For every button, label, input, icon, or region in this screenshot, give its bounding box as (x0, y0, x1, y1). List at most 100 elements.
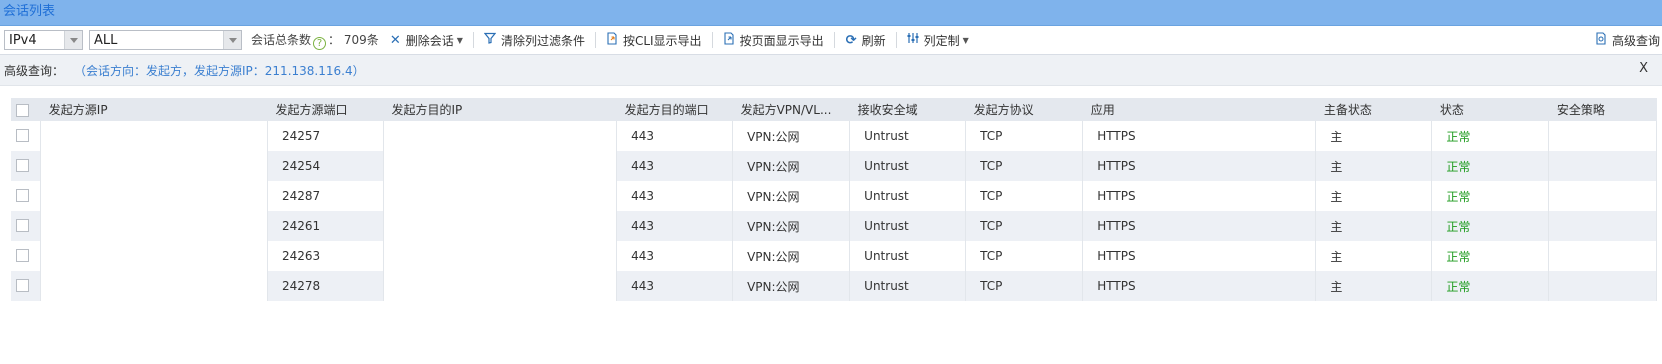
table-row[interactable]: 24257 443 VPN:公网 Untrust TCP HTTPS 主正常 (11, 121, 1657, 151)
column-header[interactable]: 状态 (1431, 98, 1549, 121)
advanced-query-label: 高级查询： (4, 63, 65, 78)
cell-src-ip (40, 121, 268, 151)
cell-policy (1548, 181, 1657, 211)
cell-policy (1548, 151, 1657, 181)
ip-version-value: IPv4 (9, 32, 37, 48)
cell-src-ip (40, 241, 268, 271)
cell-dst-ip (383, 211, 618, 241)
checkbox[interactable] (16, 159, 29, 172)
row-checkbox-cell[interactable] (11, 181, 42, 211)
total-count-value: 709条 (343, 32, 379, 47)
table-row[interactable]: 24261 443 VPN:公网 Untrust TCP HTTPS 主正常 (11, 211, 1657, 241)
row-checkbox-cell[interactable] (11, 211, 42, 241)
cell-ha: 主 (1315, 211, 1433, 241)
total-colon: ： (328, 32, 341, 47)
cell-proto: TCP (965, 211, 1084, 241)
cell-app: HTTPS (1082, 271, 1317, 301)
column-header[interactable]: 发起方VPN/VL... (732, 98, 850, 121)
column-header[interactable]: 应用 (1082, 98, 1316, 121)
checkbox[interactable] (16, 249, 29, 262)
cell-src-port: 24287 (267, 181, 384, 211)
session-filter-value: ALL (94, 32, 118, 48)
advanced-query-conditions: （会话方向：发起方，发起方源IP：211.138.116.4） (74, 63, 365, 78)
table-row[interactable]: 24263 443 VPN:公网 Untrust TCP HTTPS 主正常 (11, 241, 1657, 271)
checkbox[interactable] (16, 279, 29, 292)
cell-app: HTTPS (1082, 241, 1317, 271)
row-checkbox-cell[interactable] (11, 151, 42, 181)
columns-icon (907, 32, 920, 48)
caret-down-icon: ▼ (456, 35, 463, 45)
cell-vpn: VPN:公网 (732, 211, 851, 241)
row-checkbox-cell[interactable] (11, 121, 42, 151)
cell-src-port: 24254 (267, 151, 384, 181)
customize-columns-button[interactable]: 列定制 ▼ (907, 32, 969, 49)
advanced-query-icon (1595, 31, 1608, 49)
toolbar-divider (833, 32, 835, 48)
chevron-down-icon[interactable] (223, 31, 241, 49)
column-header[interactable]: 发起方源端口 (267, 98, 384, 121)
filter-icon (484, 32, 497, 48)
cell-ha: 主 (1315, 271, 1433, 301)
cell-policy (1548, 241, 1657, 271)
delete-session-button[interactable]: ✕ 删除会话 ▼ (389, 32, 463, 49)
cell-status: 正常 (1431, 271, 1550, 301)
refresh-label: 刷新 (861, 33, 886, 48)
cell-dst-ip (383, 151, 618, 181)
export-cli-button[interactable]: 按CLI显示导出 (606, 31, 702, 49)
cell-status: 正常 (1431, 121, 1550, 151)
table-header-row: 发起方源IP 发起方源端口 发起方目的IP 发起方目的端口 发起方VPN/VL.… (11, 98, 1657, 121)
checkbox[interactable] (16, 129, 29, 142)
ip-version-select[interactable]: IPv4 (4, 30, 83, 50)
column-header[interactable]: 安全策略 (1548, 98, 1657, 121)
cell-policy (1548, 211, 1657, 241)
toolbar-divider (895, 32, 897, 48)
total-count: 会话总条数?： 709条 (251, 31, 379, 50)
session-table-container: 发起方源IP 发起方源端口 发起方目的IP 发起方目的端口 发起方VPN/VL.… (11, 98, 1657, 301)
help-icon[interactable]: ? (313, 36, 327, 50)
select-all-checkbox[interactable] (11, 98, 41, 121)
cell-ha: 主 (1315, 151, 1433, 181)
cell-status: 正常 (1431, 151, 1550, 181)
cell-dst-port: 443 (616, 121, 734, 151)
cell-src-port: 24257 (267, 121, 384, 151)
total-label: 会话总条数 (251, 32, 312, 47)
cell-proto: TCP (965, 241, 1084, 271)
checkbox[interactable] (16, 103, 29, 117)
session-filter-select[interactable]: ALL (89, 30, 242, 50)
refresh-button[interactable]: ⟳ 刷新 (845, 32, 886, 49)
export-page-button[interactable]: 按页面显示导出 (723, 31, 824, 49)
cell-zone: Untrust (849, 151, 967, 181)
checkbox[interactable] (16, 189, 29, 202)
table-row[interactable]: 24254 443 VPN:公网 Untrust TCP HTTPS 主正常 (11, 151, 1657, 181)
close-x-icon: ✕ (389, 32, 401, 48)
column-header[interactable]: 主备状态 (1315, 98, 1432, 121)
column-header[interactable]: 接收安全域 (849, 98, 966, 121)
cell-src-ip (40, 151, 268, 181)
column-header[interactable]: 发起方源IP (40, 98, 268, 121)
close-query-button[interactable]: X (1639, 61, 1648, 76)
table-row[interactable]: 24278 443 VPN:公网 Untrust TCP HTTPS 主正常 (11, 271, 1657, 301)
cell-proto: TCP (965, 151, 1084, 181)
export-page-icon (723, 31, 736, 49)
chevron-down-icon[interactable] (64, 31, 82, 49)
cell-proto: TCP (965, 271, 1084, 301)
column-header[interactable]: 发起方目的IP (383, 98, 617, 121)
cell-dst-ip (383, 241, 618, 271)
row-checkbox-cell[interactable] (11, 271, 42, 301)
checkbox[interactable] (16, 219, 29, 232)
cell-proto: TCP (965, 121, 1084, 151)
cell-app: HTTPS (1082, 211, 1317, 241)
table-body: 24257 443 VPN:公网 Untrust TCP HTTPS 主正常 24254 443… (11, 121, 1657, 301)
cell-dst-port: 443 (616, 181, 734, 211)
clear-filter-button[interactable]: 清除列过滤条件 (484, 32, 585, 49)
row-checkbox-cell[interactable] (11, 241, 42, 271)
advanced-query-label: 高级查询 (1611, 33, 1660, 48)
column-header[interactable]: 发起方目的端口 (616, 98, 733, 121)
table-row[interactable]: 24287 443 VPN:公网 Untrust TCP HTTPS 主正常 (11, 181, 1657, 211)
cell-src-ip (40, 211, 268, 241)
column-header[interactable]: 发起方协议 (965, 98, 1083, 121)
cell-status: 正常 (1431, 211, 1550, 241)
cell-zone: Untrust (849, 211, 967, 241)
cell-dst-port: 443 (616, 241, 734, 271)
advanced-query-button[interactable]: 高级查询 (1595, 26, 1660, 54)
